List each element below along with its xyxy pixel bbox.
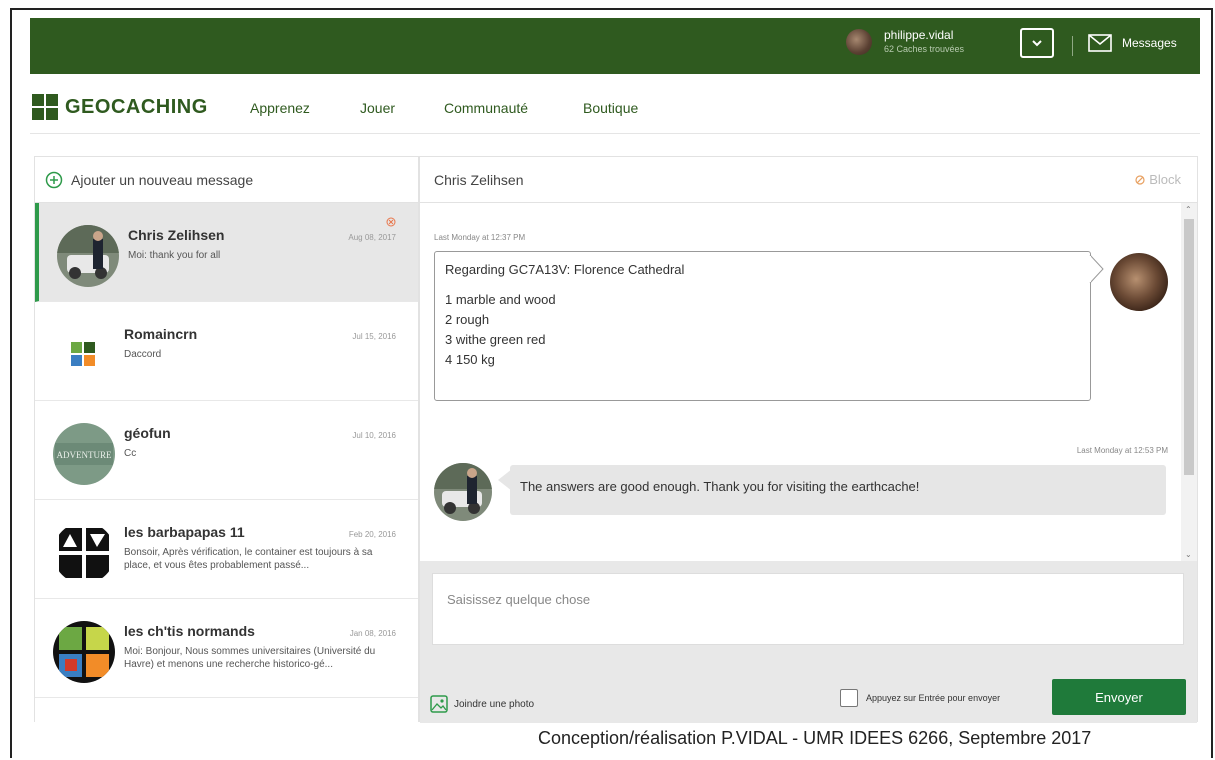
- avatar: [53, 324, 115, 386]
- block-button[interactable]: Block: [1135, 172, 1181, 187]
- incoming-message: The answers are good enough. Thank you f…: [510, 465, 1166, 515]
- chevron-down-icon: [1032, 40, 1042, 47]
- delete-icon[interactable]: [386, 217, 396, 227]
- conversation-item[interactable]: Chris Zelihsen Aug 08, 2017 Moi: thank y…: [35, 203, 418, 302]
- conversation-date: Jul 10, 2016: [352, 431, 396, 440]
- nav-item-jouer[interactable]: Jouer: [360, 100, 395, 116]
- conversation-name: les barbapapas 11: [124, 524, 245, 540]
- image-icon: [430, 695, 448, 713]
- thread-header: Chris Zelihsen Block: [420, 157, 1197, 203]
- compose-area: Joindre une photo Appuyez sur Entrée pou…: [420, 561, 1197, 723]
- outgoing-message: Regarding GC7A13V: Florence Cathedral 1 …: [434, 251, 1091, 401]
- message-timestamp: Last Monday at 12:37 PM: [434, 233, 526, 242]
- conversation-item[interactable]: ADVENTURE géofun Jul 10, 2016 Cc: [35, 401, 418, 500]
- conversation-thread: Chris Zelihsen Block Last Monday at 12:3…: [419, 156, 1198, 723]
- conversation-date: Feb 20, 2016: [348, 530, 396, 539]
- enter-to-send-label: Appuyez sur Entrée pour envoyer: [866, 693, 1001, 703]
- account-dropdown-button[interactable]: [1020, 28, 1054, 58]
- nav-item-apprenez[interactable]: Apprenez: [250, 100, 310, 116]
- message-line: 4 150 kg: [445, 352, 495, 367]
- conversation-name: les ch'tis normands: [124, 623, 255, 639]
- conversation-preview: Bonsoir, Après vérification, le containe…: [124, 547, 373, 571]
- conversation-preview: Moi: Bonjour, Nous sommes universitaires…: [124, 646, 376, 670]
- divider: [1072, 36, 1073, 56]
- enter-to-send-checkbox[interactable]: [840, 689, 858, 707]
- new-message-label: Ajouter un nouveau message: [71, 171, 254, 188]
- conversation-item[interactable]: les ch'tis normands Jan 08, 2016 Moi: Bo…: [35, 599, 418, 698]
- conversation-name: Romaincrn: [124, 326, 198, 342]
- avatar: [434, 463, 492, 521]
- conversation-item[interactable]: les barbapapas 11 Feb 20, 2016 Bonsoir, …: [35, 500, 418, 599]
- scroll-up-icon[interactable]: ⌃: [1185, 205, 1192, 214]
- message-line: 1 marble and wood: [445, 292, 556, 307]
- svg-text:ADVENTURE: ADVENTURE: [57, 450, 112, 460]
- user-avatar[interactable]: [846, 28, 872, 55]
- conversation-list: Ajouter un nouveau message Chris Zelihse…: [34, 156, 419, 722]
- scrollbar-thumb[interactable]: [1184, 219, 1194, 475]
- conversation-date: Jul 15, 2016: [352, 332, 396, 341]
- send-button[interactable]: Envoyer: [1052, 679, 1186, 715]
- geocaching-logo[interactable]: GEOCACHING: [32, 94, 208, 120]
- conversation-date: Jan 08, 2016: [349, 629, 396, 638]
- thread-scrollbar[interactable]: ⌃ ⌄: [1181, 203, 1197, 561]
- thread-title: Chris Zelihsen: [434, 172, 524, 188]
- bubble-tail: [1089, 255, 1104, 283]
- scroll-down-icon[interactable]: ⌄: [1185, 550, 1192, 559]
- enter-to-send-toggle[interactable]: Appuyez sur Entrée pour envoyer: [840, 689, 1000, 707]
- top-bar: philippe.vidal 62 Caches trouvées Messag…: [30, 18, 1200, 74]
- username[interactable]: philippe.vidal: [884, 28, 964, 43]
- nav-item-boutique[interactable]: Boutique: [583, 100, 638, 116]
- logo-text: GEOCACHING: [65, 95, 208, 118]
- message-line: 2 rough: [445, 312, 490, 327]
- credit-caption: Conception/réalisation P.VIDAL - UMR IDE…: [538, 728, 1092, 748]
- new-message-button[interactable]: Ajouter un nouveau message: [35, 157, 418, 203]
- user-info: philippe.vidal 62 Caches trouvées: [884, 28, 964, 55]
- logo-mark-icon: [32, 94, 58, 120]
- message-timestamp: Last Monday at 12:53 PM: [1076, 446, 1168, 455]
- attach-photo-button[interactable]: Joindre une photo: [430, 695, 534, 713]
- conversation-preview: Cc: [124, 448, 137, 459]
- conversation-name: géofun: [124, 425, 171, 441]
- main-nav: GEOCACHING Apprenez Jouer Communauté Bou…: [30, 76, 1200, 134]
- block-icon: [1135, 174, 1145, 185]
- message-thread: Last Monday at 12:37 PM Regarding GC7A13…: [420, 203, 1182, 561]
- caches-found: 62 Caches trouvées: [884, 44, 965, 54]
- conversation-item[interactable]: Romaincrn Jul 15, 2016 Daccord: [35, 302, 418, 401]
- conversation-preview: Daccord: [124, 349, 162, 360]
- avatar: [53, 621, 115, 683]
- message-line: 3 withe green red: [445, 332, 546, 347]
- avatar: [1110, 253, 1168, 311]
- conversation-preview: Moi: thank you for all: [128, 250, 221, 261]
- avatar: [53, 522, 115, 584]
- messages-label: Messages: [1122, 36, 1177, 50]
- attach-photo-label: Joindre une photo: [454, 698, 535, 710]
- avatar: ADVENTURE: [53, 423, 115, 485]
- envelope-icon: [1088, 34, 1112, 52]
- conversation-name: Chris Zelihsen: [128, 227, 225, 243]
- message-line: Regarding GC7A13V: Florence Cathedral: [445, 262, 685, 277]
- message-input-box[interactable]: [432, 573, 1184, 645]
- avatar: [57, 225, 119, 287]
- block-label: Block: [1149, 172, 1181, 187]
- messages-link[interactable]: Messages: [1088, 34, 1177, 52]
- conversation-date: Aug 08, 2017: [348, 233, 396, 242]
- plus-circle-icon: [45, 171, 63, 188]
- nav-item-communaute[interactable]: Communauté: [444, 100, 528, 116]
- message-input[interactable]: [433, 574, 1183, 644]
- user-profile[interactable]: philippe.vidal 62 Caches trouvées: [846, 28, 964, 55]
